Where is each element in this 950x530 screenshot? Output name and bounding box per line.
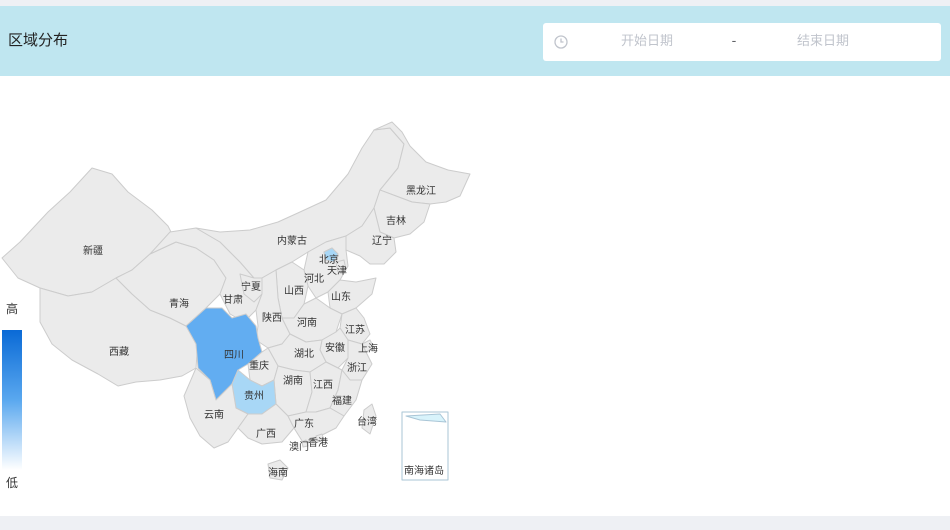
label-liaoning: 辽宁 xyxy=(372,234,392,247)
label-chongqing: 重庆 xyxy=(249,359,269,372)
label-aomen: 澳门 xyxy=(289,440,309,453)
label-guizhou: 贵州 xyxy=(244,389,264,402)
label-neimenggu: 内蒙古 xyxy=(277,234,307,247)
label-hunan: 湖南 xyxy=(283,374,303,387)
page: 区域分布 开始日期 - 结束日期 新疆 西藏 青海 甘肃 内蒙古 黑龙江 吉林 … xyxy=(0,0,950,530)
label-shaanxi: 陕西 xyxy=(262,311,282,324)
label-henan: 河南 xyxy=(297,316,317,329)
date-range-picker[interactable]: 开始日期 - 结束日期 xyxy=(543,23,941,61)
label-hainan: 海南 xyxy=(268,466,288,479)
label-guangxi: 广西 xyxy=(256,428,276,440)
label-yunnan: 云南 xyxy=(204,408,224,421)
label-shanxi: 山西 xyxy=(284,285,304,297)
label-nanhai: 南海诸岛 xyxy=(404,464,444,477)
label-taiwan: 台湾 xyxy=(357,415,377,428)
label-guangdong: 广东 xyxy=(294,417,314,430)
label-hebei: 河北 xyxy=(304,273,324,285)
legend-high-label: 高 xyxy=(6,302,19,316)
label-heilongjiang: 黑龙江 xyxy=(406,184,436,197)
label-sichuan: 四川 xyxy=(224,350,244,361)
china-map: 新疆 西藏 青海 甘肃 内蒙古 黑龙江 吉林 辽宁 北京 天津 河北 宁夏 山西… xyxy=(1,121,471,481)
label-hubei: 湖北 xyxy=(294,348,314,360)
card-header: 区域分布 开始日期 - 结束日期 xyxy=(0,6,950,76)
start-date-input[interactable]: 开始日期 xyxy=(607,33,687,51)
label-fujian: 福建 xyxy=(332,394,352,407)
label-shandong: 山东 xyxy=(331,290,351,303)
card-title: 区域分布 xyxy=(8,31,69,49)
visual-map-legend: 高 低 xyxy=(0,302,30,502)
end-date-input[interactable]: 结束日期 xyxy=(783,33,863,51)
label-anhui: 安徽 xyxy=(325,341,345,354)
label-xianggang: 香港 xyxy=(308,437,328,449)
label-xizang: 西藏 xyxy=(109,346,129,358)
label-xinjiang: 新疆 xyxy=(83,244,103,257)
date-separator: - xyxy=(731,34,737,49)
label-jiangsu: 江苏 xyxy=(345,323,365,336)
clock-icon xyxy=(554,35,568,49)
label-tianjin: 天津 xyxy=(327,265,347,277)
region-distribution-card: 区域分布 开始日期 - 结束日期 新疆 西藏 青海 甘肃 内蒙古 黑龙江 吉林 … xyxy=(0,6,950,516)
label-beijing: 北京 xyxy=(319,253,339,266)
label-jilin: 吉林 xyxy=(386,214,406,227)
label-ningxia: 宁夏 xyxy=(241,280,261,293)
label-gansu: 甘肃 xyxy=(223,293,243,306)
legend-low-label: 低 xyxy=(6,476,19,490)
label-zhejiang: 浙江 xyxy=(347,362,367,374)
label-shanghai: 上海 xyxy=(358,342,378,355)
label-qinghai: 青海 xyxy=(169,297,189,310)
label-jiangxi: 江西 xyxy=(313,379,333,391)
legend-gradient-bar[interactable] xyxy=(2,330,22,470)
